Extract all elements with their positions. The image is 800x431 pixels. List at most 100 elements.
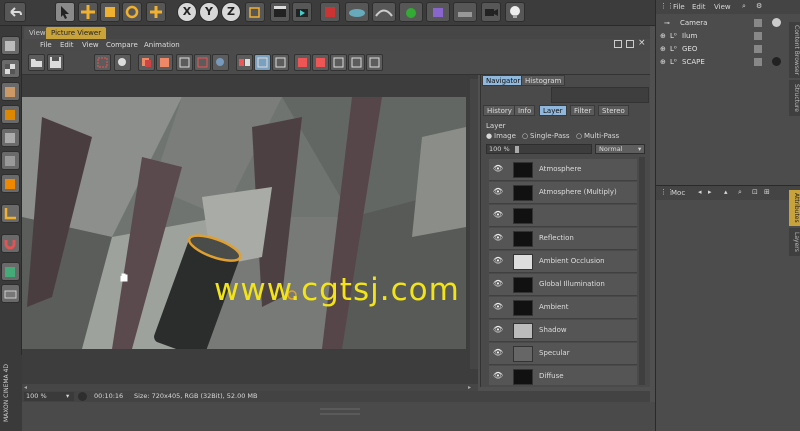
scroll-left-icon[interactable]: ◂: [24, 384, 27, 391]
make-editable-button[interactable]: [1, 36, 20, 55]
mode-menu[interactable]: Moc: [671, 189, 685, 197]
z-axis-button[interactable]: Z: [221, 2, 241, 22]
tab-attributes[interactable]: Attributes: [789, 190, 800, 226]
polygons-mode-button[interactable]: [1, 174, 20, 193]
zoom-select[interactable]: 100 % ▾: [24, 392, 74, 401]
eye-icon[interactable]: 👁: [491, 348, 505, 359]
eye-icon[interactable]: 👁: [491, 256, 505, 267]
maximize-icon[interactable]: [626, 40, 634, 48]
generator-button[interactable]: [399, 2, 423, 22]
camera-button[interactable]: [481, 2, 501, 22]
eye-icon[interactable]: 👁: [491, 371, 505, 382]
histogram-button[interactable]: [330, 54, 347, 71]
tag-icon[interactable]: [772, 18, 781, 27]
resize-grip[interactable]: [320, 408, 360, 410]
visibility-toggle[interactable]: [754, 45, 762, 53]
eye-icon[interactable]: 👁: [491, 210, 505, 221]
paste-button[interactable]: [156, 54, 173, 71]
split-compare-button[interactable]: [254, 54, 271, 71]
navigator-preview[interactable]: [551, 87, 649, 103]
object-row-ilum[interactable]: ⊕ L⁰ Ilum: [660, 30, 794, 42]
layer-row[interactable]: 👁: [489, 205, 637, 227]
rotate-tool-button[interactable]: [122, 2, 142, 22]
tab-info[interactable]: Info: [514, 105, 536, 116]
render-view-button[interactable]: [114, 54, 131, 71]
visibility-toggle[interactable]: [754, 32, 762, 40]
detach-icon[interactable]: [614, 40, 622, 48]
tab-layer[interactable]: Layer: [539, 105, 567, 116]
texture-mode-button[interactable]: [1, 82, 20, 101]
layer-row[interactable]: 👁 Ambient Occlusion: [489, 251, 637, 273]
search-icon[interactable]: ⌕: [738, 188, 742, 197]
render-picture-viewer-button[interactable]: [292, 2, 312, 22]
expand-icon[interactable]: ⊕: [660, 43, 666, 55]
menu-view[interactable]: View: [714, 3, 731, 11]
compare-a-marker-button[interactable]: [294, 54, 311, 71]
scroll-right-icon[interactable]: ▸: [468, 384, 471, 391]
up-arrow-icon[interactable]: ▴: [724, 188, 728, 196]
radio-image[interactable]: ●: [486, 132, 492, 140]
visibility-toggle[interactable]: [754, 19, 762, 27]
render-region-button[interactable]: [94, 54, 111, 71]
cube-primitive-button[interactable]: [345, 2, 369, 22]
menu-file[interactable]: File: [40, 40, 52, 50]
select-tool-button[interactable]: [55, 2, 75, 22]
add-tool-button[interactable]: [146, 2, 166, 22]
planar-workplane-button[interactable]: [1, 284, 20, 303]
object-row-camera[interactable]: ⊸ Camera: [660, 17, 794, 29]
tab-history[interactable]: History: [483, 105, 516, 116]
radio-multi-pass[interactable]: ○: [576, 132, 582, 140]
edges-mode-button[interactable]: [1, 151, 20, 170]
model-mode-button[interactable]: [1, 59, 20, 78]
snap-button[interactable]: [1, 234, 20, 253]
blend-mode-select[interactable]: Normal ▾: [595, 144, 645, 154]
menu-edit[interactable]: Edit: [60, 40, 74, 50]
zoom-fit-button[interactable]: [78, 392, 87, 401]
settings-icon[interactable]: ⚙: [756, 2, 762, 10]
layer-list-scrollbar[interactable]: [639, 157, 645, 385]
tab-stereo[interactable]: Stereo: [598, 105, 629, 116]
x-axis-button[interactable]: X: [177, 2, 197, 22]
eye-icon[interactable]: 👁: [491, 187, 505, 198]
tab-filter[interactable]: Filter: [570, 105, 596, 116]
expand-icon[interactable]: ⊕: [660, 30, 666, 42]
render-settings-button[interactable]: [320, 2, 340, 22]
workplane-mode-button[interactable]: [1, 105, 20, 124]
menu-compare[interactable]: Compare: [106, 40, 138, 50]
forward-arrow-icon[interactable]: ▸: [708, 188, 712, 196]
environment-button[interactable]: [453, 2, 477, 22]
lock-icon[interactable]: ⊡: [752, 188, 758, 196]
tab-navigator[interactable]: Navigator: [482, 75, 525, 86]
undo-button[interactable]: [4, 2, 26, 22]
layer-row[interactable]: 👁 Reflection: [489, 228, 637, 250]
opacity-slider[interactable]: 100 %: [486, 144, 592, 154]
tab-picture-viewer[interactable]: Picture Viewer: [46, 27, 107, 39]
light-button[interactable]: [505, 2, 525, 22]
menu-edit[interactable]: Edit: [692, 3, 706, 11]
workplane-lock-button[interactable]: [1, 262, 20, 281]
coordinate-system-button[interactable]: [245, 2, 265, 22]
compare-b-button[interactable]: [194, 54, 211, 71]
layer-row[interactable]: 👁 Ambient: [489, 297, 637, 319]
compare-swap-button[interactable]: [212, 54, 229, 71]
compare-b-marker-button[interactable]: [312, 54, 329, 71]
layer-row[interactable]: 👁 Diffuse: [489, 366, 637, 385]
visibility-toggle[interactable]: [754, 58, 762, 66]
radio-single-pass[interactable]: ○: [522, 132, 528, 140]
render-view-button[interactable]: [270, 2, 290, 22]
eye-icon[interactable]: 👁: [491, 302, 505, 313]
menu-file[interactable]: File: [673, 3, 685, 11]
layer-row[interactable]: 👁 Shadow: [489, 320, 637, 342]
copy-button[interactable]: [138, 54, 155, 71]
material-tag-icon[interactable]: [772, 57, 781, 66]
back-arrow-icon[interactable]: ◂: [698, 188, 702, 196]
tab-layers[interactable]: Layers: [789, 228, 800, 256]
compare-a-button[interactable]: [176, 54, 193, 71]
open-button[interactable]: [28, 54, 45, 71]
slider-handle[interactable]: [515, 146, 519, 153]
y-axis-button[interactable]: Y: [199, 2, 219, 22]
drag-handle-icon[interactable]: ⋮⋮: [660, 2, 674, 10]
expand-icon[interactable]: ⊕: [660, 56, 666, 68]
layer-row[interactable]: 👁 Global Illumination: [489, 274, 637, 296]
render-viewport[interactable]: www.cgtsj.com: [22, 75, 478, 385]
